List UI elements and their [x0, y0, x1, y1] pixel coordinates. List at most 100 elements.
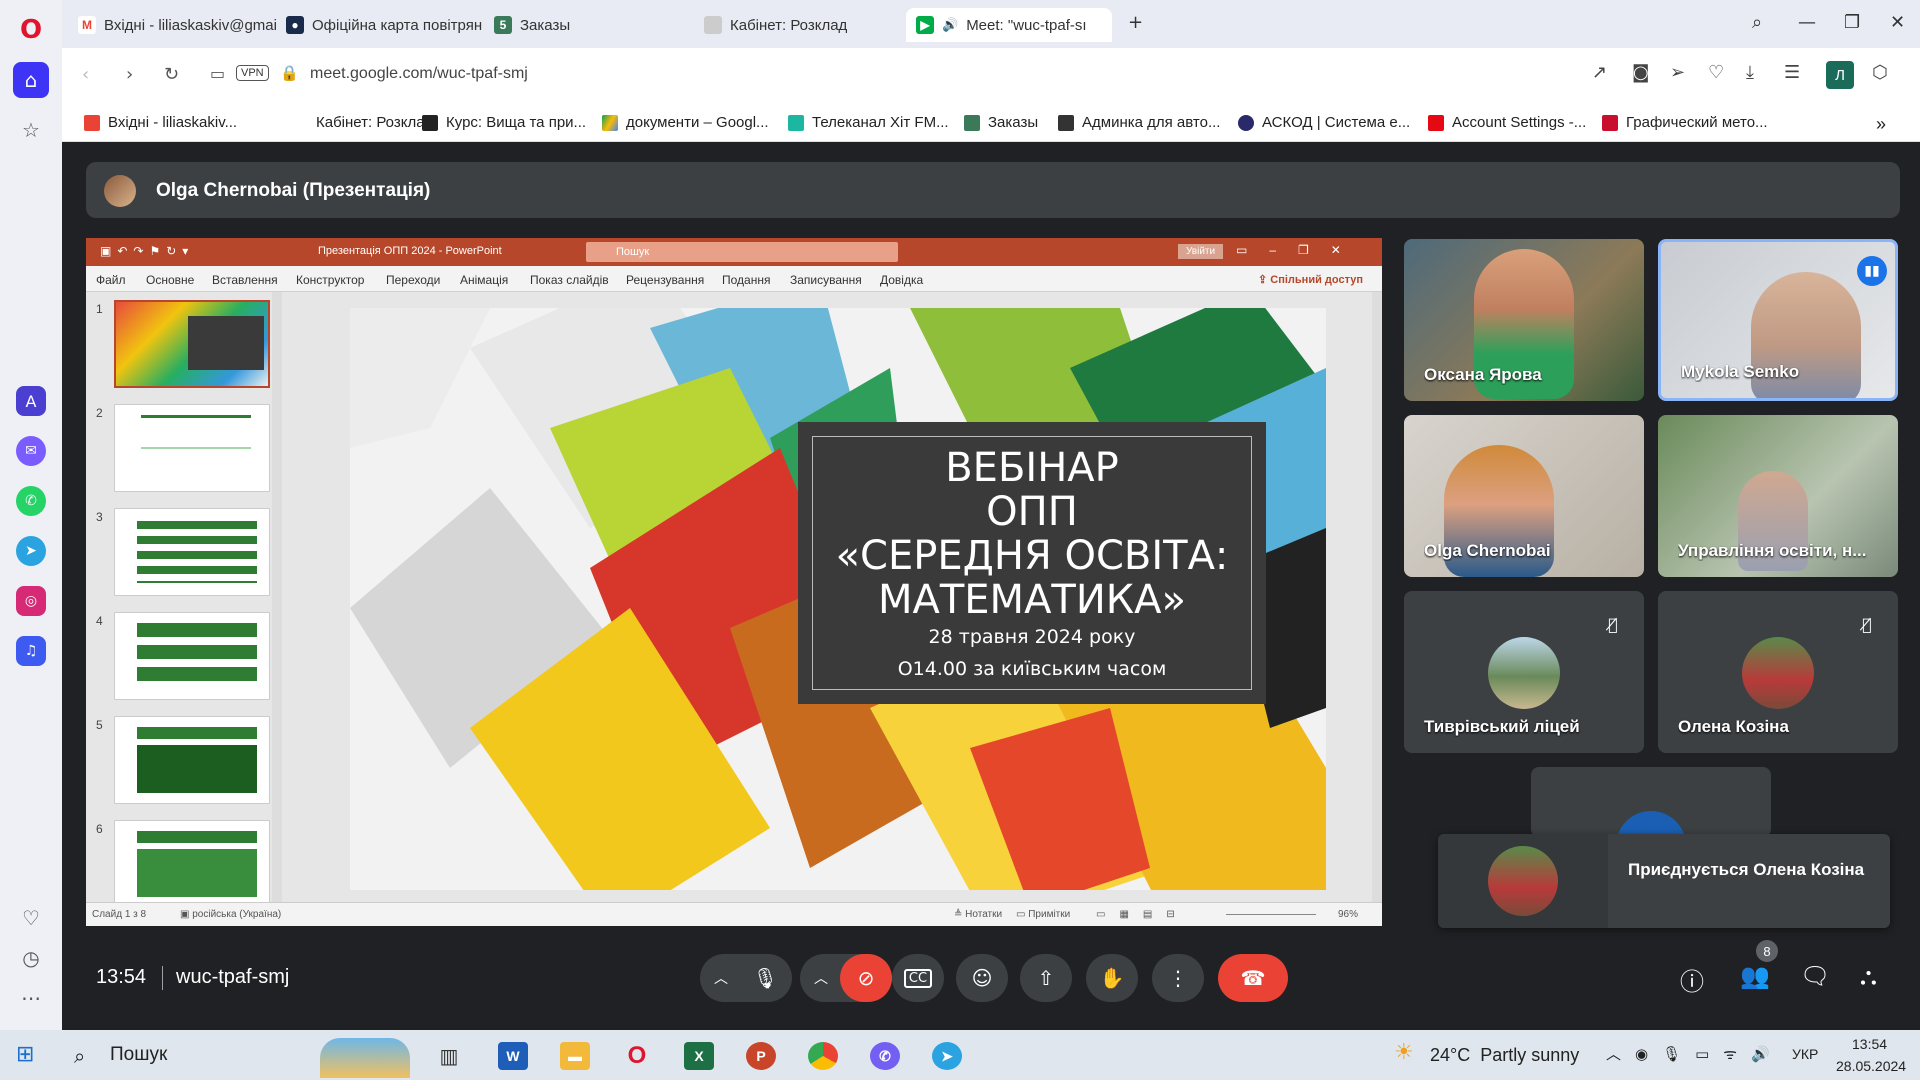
bookmark-gdocs[interactable]: документи – Googl...: [602, 114, 769, 131]
tab-air-map[interactable]: ● Офіційна карта повітряні: [276, 8, 482, 42]
share-icon[interactable]: ↗: [1592, 62, 1607, 83]
leave-call-button[interactable]: ☎: [1218, 954, 1288, 1002]
more-options-button[interactable]: ⋮: [1152, 954, 1204, 1002]
document-icon: [1058, 114, 1074, 131]
thumb-content: [137, 727, 257, 793]
weather-text[interactable]: 24°C Partly sunny: [1430, 1045, 1579, 1066]
opera-taskbar-icon[interactable]: O: [622, 1042, 652, 1070]
explorer-icon[interactable]: ▬: [560, 1042, 590, 1070]
weather-icon[interactable]: ☀: [1394, 1040, 1414, 1065]
forward-icon[interactable]: ›: [126, 64, 133, 85]
ppt-title: Презентація ОПП 2024 - PowerPoint: [318, 245, 502, 257]
mic-button[interactable]: ︿ 🎙: [700, 954, 792, 1002]
instagram-icon[interactable]: ◎: [16, 586, 46, 616]
reload-icon[interactable]: ↻: [164, 64, 179, 85]
present-button[interactable]: ⇧: [1020, 954, 1072, 1002]
presenter-avatar: [104, 175, 136, 207]
bookmark-admin[interactable]: Админка для авто...: [1058, 114, 1220, 131]
tab-orders[interactable]: 5 Заказы: [484, 8, 694, 42]
telegram-icon[interactable]: ➤: [16, 536, 46, 566]
taskbar-search[interactable]: Пошук: [110, 1044, 167, 1066]
task-view-icon[interactable]: ▥: [434, 1042, 464, 1070]
participant-tile[interactable]: Olga Chernobai: [1404, 415, 1644, 577]
bookmark-orders[interactable]: Заказы: [964, 114, 1038, 131]
bookmark-label: Графический мето...: [1626, 114, 1768, 131]
close-icon[interactable]: ✕: [1890, 12, 1905, 33]
participant-tile[interactable]: Оксана Ярова: [1404, 239, 1644, 401]
activities-icon[interactable]: ⛬: [1860, 962, 1877, 990]
search-tabs-icon[interactable]: ⌕: [1752, 12, 1762, 33]
messenger-icon[interactable]: ✉: [16, 436, 46, 466]
tab-label: Meet: "wuc-tpaf-sı: [966, 16, 1087, 34]
chevron-up-icon[interactable]: ︿: [814, 968, 828, 988]
thumbs-scrollbar: [272, 292, 282, 902]
captions-button[interactable]: CC: [892, 954, 944, 1002]
participant-tile[interactable]: 🎙̸ Тиврівський ліцей: [1404, 591, 1644, 753]
history-icon[interactable]: ◷: [13, 940, 49, 976]
reactions-button[interactable]: ☺: [956, 954, 1008, 1002]
more-icon[interactable]: ⋯: [13, 980, 49, 1016]
extensions-icon[interactable]: ⬡: [1872, 62, 1888, 83]
bookmark-gmail[interactable]: Вхідні - liliaskakiv...: [84, 114, 237, 131]
tray-icons[interactable]: ︿◉🎙▭ᯤ🔊: [1606, 1043, 1784, 1064]
heart-icon[interactable]: ♡: [13, 900, 49, 936]
easy-setup-icon[interactable]: ☰: [1784, 62, 1800, 83]
favorites-icon[interactable]: ♡: [1708, 62, 1724, 83]
bookmark-graphic[interactable]: Графический мето...: [1602, 114, 1768, 131]
new-tab-icon[interactable]: +: [1128, 12, 1143, 33]
participant-tile[interactable]: 🎙̸ Олена Козіна: [1658, 591, 1898, 753]
profile-avatar[interactable]: Л: [1826, 61, 1854, 89]
clock-time[interactable]: 13:54: [1852, 1036, 1887, 1052]
home-icon[interactable]: ⌂: [13, 62, 49, 98]
opera-logo-icon[interactable]: O: [13, 12, 49, 48]
download-icon[interactable]: ⤓: [1746, 62, 1754, 83]
chrome-icon[interactable]: [808, 1042, 838, 1070]
clock-date[interactable]: 28.05.2024: [1836, 1058, 1906, 1074]
camera-icon[interactable]: ▭: [210, 64, 225, 83]
lock-icon[interactable]: 🔒: [280, 64, 299, 82]
camera-off-icon: ⊘: [840, 954, 892, 1002]
telegram-taskbar-icon[interactable]: ➤: [932, 1042, 962, 1070]
vpn-badge[interactable]: VPN: [236, 65, 269, 81]
bookmark-schedule[interactable]: Кабінет: Розклад: [292, 114, 433, 131]
bookmark-askod[interactable]: АСКОД | Система е...: [1238, 114, 1410, 131]
participant-tile[interactable]: Управління освіти, н...: [1658, 415, 1898, 577]
hand-icon: ✋: [1099, 966, 1125, 990]
tab-schedule[interactable]: Кабінет: Розклад: [694, 8, 898, 42]
participant-tile-partial[interactable]: [1531, 767, 1771, 837]
chevron-up-icon[interactable]: ︿: [714, 968, 728, 988]
moodle-icon: [292, 114, 308, 131]
tab-gmail[interactable]: M Вхідні - liliaskaskiv@gmai: [68, 8, 276, 42]
camera-button[interactable]: ︿ ⊘: [800, 954, 892, 1002]
windows-start-icon[interactable]: ⊞: [16, 1042, 34, 1067]
powerpoint-icon[interactable]: P: [746, 1042, 776, 1070]
snapshot-icon[interactable]: ◙: [1632, 62, 1649, 83]
word-icon[interactable]: W: [498, 1042, 528, 1070]
excel-icon[interactable]: X: [684, 1042, 714, 1070]
slide-thumbnails: 1 2 3 4 5 6: [86, 292, 282, 908]
search-icon[interactable]: ⌕: [74, 1044, 85, 1068]
people-icon[interactable]: 👥: [1740, 962, 1770, 990]
join-notification[interactable]: Приєднується Олена Козіна: [1438, 834, 1890, 928]
player-icon[interactable]: ♫: [16, 636, 46, 666]
info-icon[interactable]: ⓘ: [1680, 962, 1704, 997]
viber-icon[interactable]: ✆: [870, 1042, 900, 1070]
tab-meet[interactable]: ▶ 🔊 Meet: "wuc-tpaf-sı: [906, 8, 1112, 42]
back-icon[interactable]: ‹: [82, 64, 89, 85]
raise-hand-button[interactable]: ✋: [1086, 954, 1138, 1002]
bookmark-hitfm[interactable]: Телеканал Хіт FM...: [788, 114, 949, 131]
input-language[interactable]: УКР: [1792, 1046, 1818, 1062]
chat-icon[interactable]: 🗨: [1800, 962, 1830, 990]
status-lang-label: російська (Україна): [192, 909, 282, 920]
minimize-icon[interactable]: —: [1798, 12, 1816, 33]
whatsapp-icon[interactable]: ✆: [16, 486, 46, 516]
more-bookmarks-icon[interactable]: »: [1876, 114, 1886, 135]
url-field[interactable]: meet.google.com/wuc-tpaf-smj: [310, 65, 528, 83]
bookmark-course[interactable]: Курс: Вища та при...: [422, 114, 586, 131]
maximize-icon[interactable]: ❐: [1844, 12, 1860, 33]
participant-tile[interactable]: ▮▮ Mykola Semko: [1658, 239, 1898, 401]
bookmark-netflix[interactable]: Account Settings -...: [1428, 114, 1586, 131]
send-icon[interactable]: ➢: [1670, 62, 1685, 83]
aria-icon[interactable]: A: [16, 386, 46, 416]
star-icon[interactable]: ☆: [13, 112, 49, 148]
